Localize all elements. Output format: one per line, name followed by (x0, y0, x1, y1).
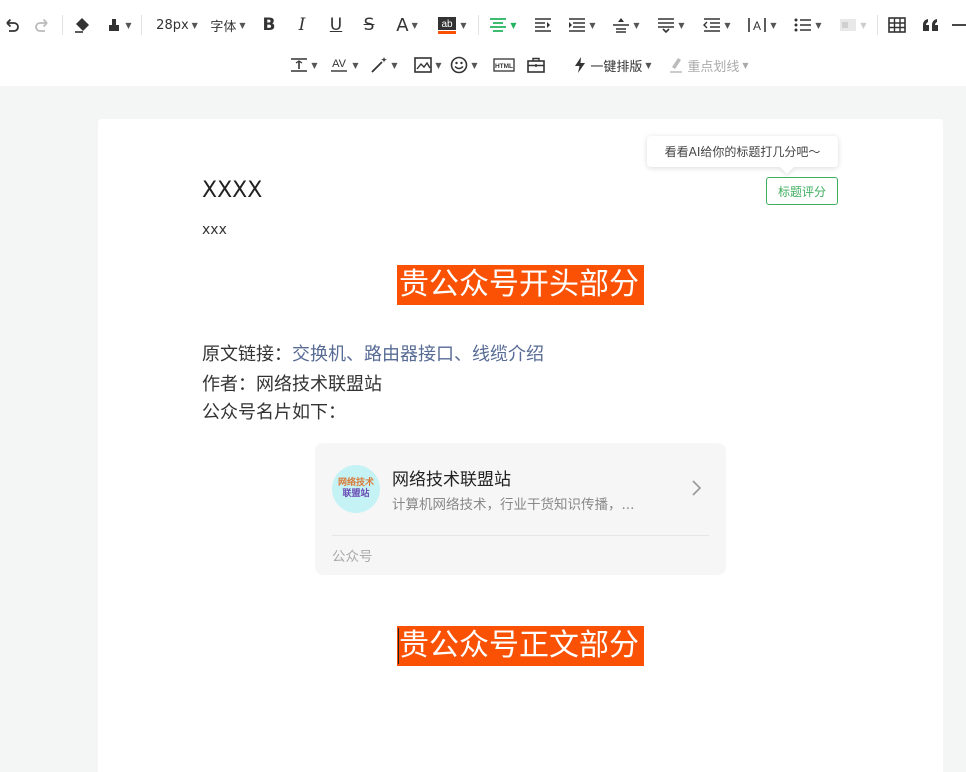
one-click-layout-label: 一键排版 (590, 59, 643, 75)
letter-spacing-icon[interactable]: A ▼ (746, 12, 778, 38)
ai-title-tooltip: 看看AI给你的标题打几分吧～ (647, 136, 838, 167)
divider-line-icon[interactable] (952, 12, 966, 38)
source-link-line: 原文链接：交换机、路由器接口、线缆介绍 (202, 340, 544, 366)
banner-body[interactable]: 贵公众号正文部分 (397, 626, 644, 666)
source-link[interactable]: 交换机、路由器接口、线缆介绍 (292, 344, 544, 365)
strikethrough-icon[interactable]: S (359, 12, 379, 38)
underline-icon[interactable]: U (326, 12, 346, 38)
italic-icon[interactable]: I (292, 12, 312, 38)
svg-text:ab: ab (442, 19, 454, 30)
emoji-icon[interactable]: ▼ (448, 52, 480, 78)
key-underline-button[interactable]: 重点划线 ▼ (665, 52, 753, 78)
block-style-icon[interactable]: ▼ (836, 12, 870, 38)
bold-icon[interactable]: B (259, 12, 279, 38)
avatar-text-line1: 网络技术 (337, 478, 374, 488)
toolbox-icon[interactable] (525, 52, 547, 78)
account-card[interactable]: 网络技术 联盟站 网络技术联盟站 计算机网络技术，行业干货知识传播，... 公众… (315, 443, 726, 575)
chevron-right-icon (690, 479, 702, 501)
undo-icon[interactable] (2, 12, 22, 38)
card-intro-line: 公众号名片如下： (202, 402, 346, 423)
highlighter-icon (670, 58, 683, 73)
html-icon[interactable]: HTML (492, 52, 516, 78)
image-icon[interactable]: ▼ (412, 52, 444, 78)
table-icon[interactable] (886, 12, 908, 38)
author-line: 作者：网络技术联盟站 (202, 374, 382, 395)
svg-text:AV: AV (332, 58, 347, 70)
title-score-button[interactable]: 标题评分 (766, 177, 838, 205)
font-size-dropdown[interactable]: 28px ▼ (151, 12, 203, 38)
indent-icon[interactable] (533, 12, 553, 38)
article-title[interactable]: XXXX (202, 178, 262, 203)
paragraph-margin-icon[interactable]: ▼ (288, 52, 320, 78)
font-family-dropdown[interactable]: 字体 ▼ (208, 12, 248, 38)
magic-wand-icon[interactable]: ▼ (368, 52, 400, 78)
lightning-icon (575, 57, 586, 73)
avatar-text-line2: 联盟站 (342, 489, 370, 499)
bullet-list-icon[interactable]: ▼ (792, 12, 824, 38)
toolbar-divider (478, 15, 479, 35)
align-center-icon[interactable]: ▼ (487, 12, 519, 38)
list-indent-icon[interactable]: ▼ (701, 12, 733, 38)
vertical-align-icon[interactable]: ▼ (610, 12, 642, 38)
account-description: 计算机网络技术，行业干货知识传播，... (392, 497, 635, 513)
character-spacing-icon[interactable]: AV ▼ (328, 52, 360, 78)
quote-icon[interactable] (920, 12, 942, 38)
tooltip-text: 看看AI给你的标题打几分吧～ (664, 145, 821, 159)
redo-icon[interactable] (32, 12, 52, 38)
toolbar-divider (141, 15, 142, 35)
svg-text:HTML: HTML (495, 63, 513, 70)
font-color-icon[interactable]: A ▼ (392, 12, 422, 38)
key-underline-label: 重点划线 (687, 59, 740, 75)
svg-text:A: A (753, 19, 761, 33)
one-click-layout-button[interactable]: 一键排版 ▼ (571, 52, 655, 78)
line-spacing-icon[interactable]: ▼ (655, 12, 687, 38)
format-painter-icon[interactable]: ▼ (106, 12, 132, 38)
text-cursor (398, 628, 399, 664)
font-family-label: 字体 (210, 19, 237, 35)
editor-toolbar: ▼ 28px ▼ 字体 ▼ B I U S A ▼ ab ▼ ▼ ▼ ▼ ▼ ▼ A ▼ … (0, 0, 966, 86)
toolbar-divider (877, 15, 878, 35)
avatar: 网络技术 联盟站 (332, 465, 380, 513)
article-author[interactable]: xxx (202, 222, 227, 238)
font-size-value: 28px (156, 17, 189, 33)
source-link-label: 原文链接： (202, 344, 292, 365)
toolbar-divider (62, 15, 63, 35)
clear-format-icon[interactable] (71, 12, 93, 38)
banner-intro[interactable]: 贵公众号开头部分 (397, 265, 644, 305)
card-divider (332, 535, 709, 536)
account-name: 网络技术联盟站 (392, 470, 511, 490)
paragraph-spacing-icon[interactable]: ▼ (566, 12, 598, 38)
highlight-color-icon[interactable]: ab ▼ (435, 12, 469, 38)
account-type-label: 公众号 (332, 549, 373, 565)
